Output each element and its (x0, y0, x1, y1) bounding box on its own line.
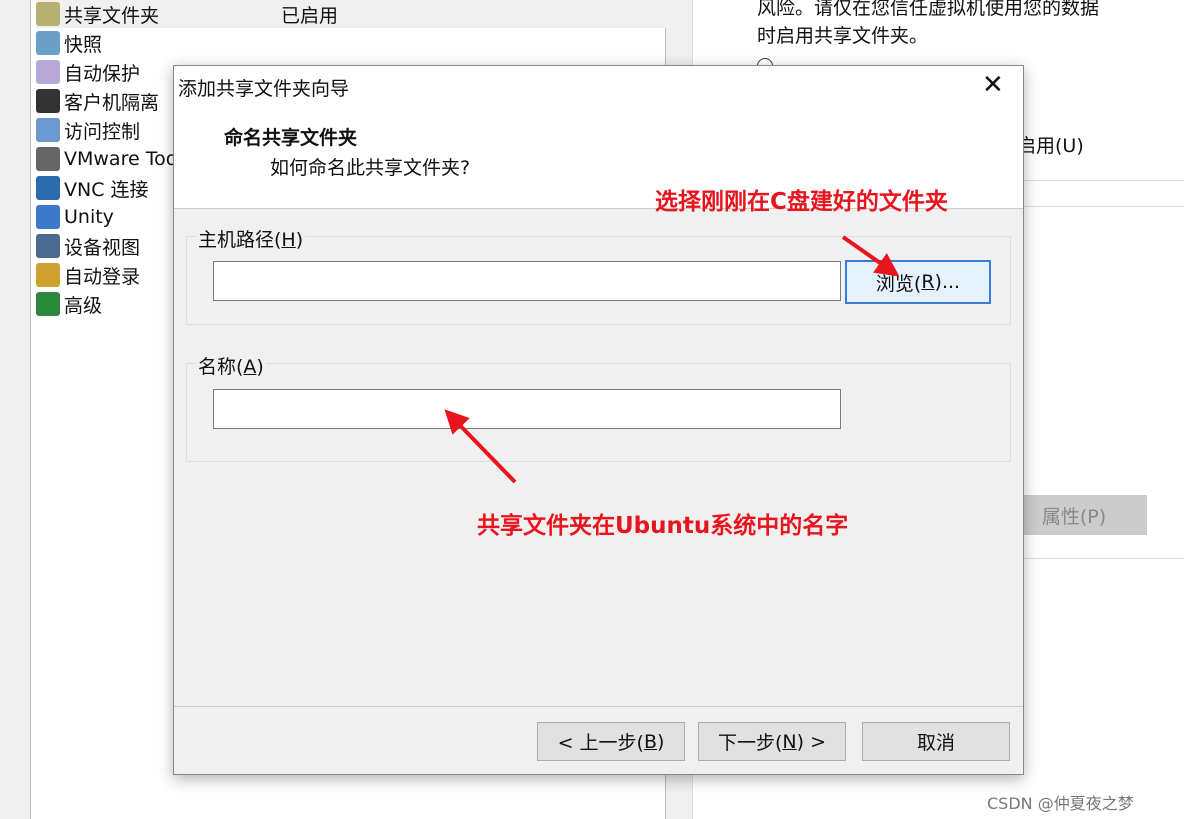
arrow-to-browse (841, 235, 900, 277)
watermark: CSDN @仲夏夜之梦 (987, 794, 1134, 813)
arrow-to-name (444, 409, 517, 484)
annotation-arrows (444, 235, 900, 484)
